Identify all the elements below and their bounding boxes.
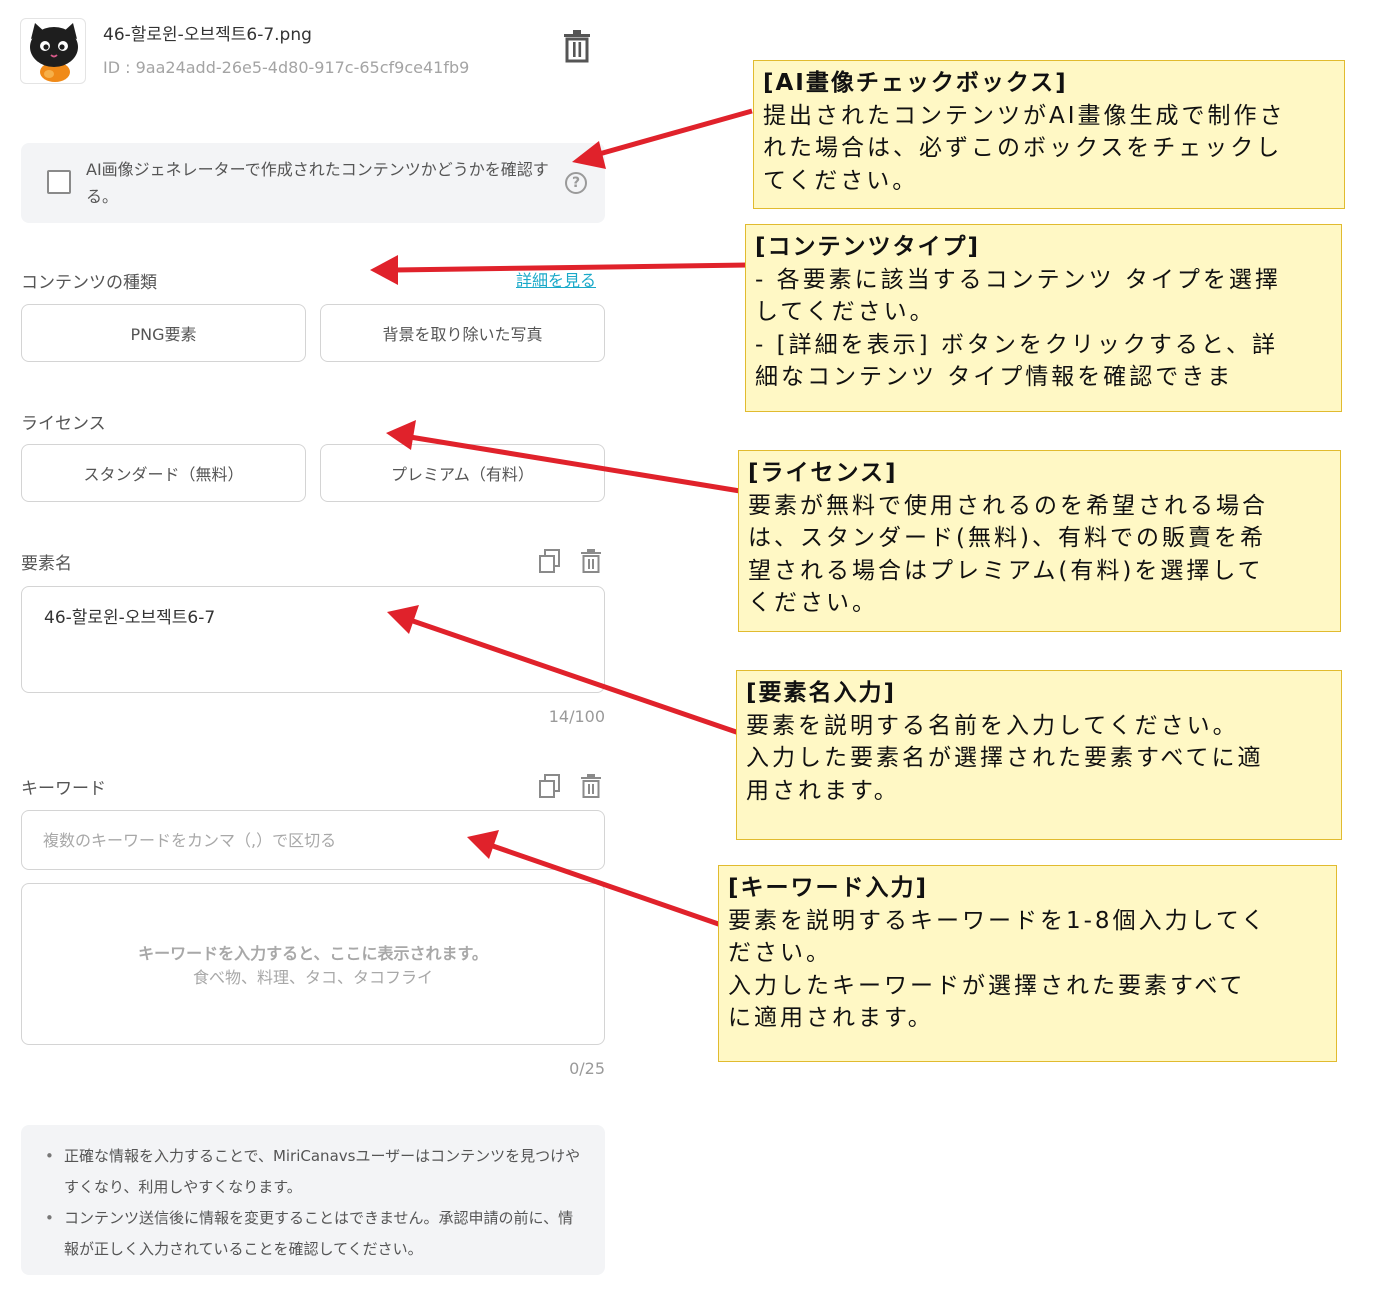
callout-line: 要素を説明する名前を入力してください。 <box>746 712 1239 739</box>
ai-check-label: AI画像ジェネレーターで作成されたコンテンツかどうかを確認する。 <box>86 160 549 206</box>
callout-line: 入力したキーワードが選擇された要素すべて <box>728 972 1246 999</box>
callout-line: 望される場合はプレミアム(有料)を選擇して <box>748 557 1264 584</box>
keywords-clear-button[interactable] <box>579 773 603 799</box>
callout-line: 入力した要素名が選擇された要素すべてに適 <box>746 745 1264 771</box>
callout-title: [ライセンス] <box>748 460 898 486</box>
file-thumbnail <box>20 18 86 84</box>
callout-line: は、スタンダード(無料)、有料での販賣を希 <box>748 525 1266 551</box>
callout-ai-checkbox: [AI畫像チェックボックス] 提出されたコンテンツがAI畫像生成で制作さ れた場… <box>753 60 1345 209</box>
trash-icon <box>564 30 590 63</box>
callout-line: れた場合は、必ずこのボックスをチェックし <box>763 135 1283 161</box>
license-standard-button[interactable]: スタンダード（無料） <box>21 444 306 502</box>
callout-line: - [詳細を表示] ボタンをクリックすると、詳 <box>755 331 1278 358</box>
content-type-label: コンテンツの種類 <box>21 273 157 293</box>
detail-link[interactable]: 詳細を見る <box>516 267 596 291</box>
copy-icon <box>539 549 560 573</box>
content-type-photo-button[interactable]: 背景を取り除いた写真 <box>320 304 605 362</box>
license-premium-button[interactable]: プレミアム（有料） <box>320 444 605 502</box>
note-item: コンテンツ送信後に情報を変更することはできません。承認申請の前に、情報が正しく入… <box>43 1203 583 1265</box>
callout-line: に適用されます。 <box>728 1005 934 1031</box>
callout-content-type: [コンテンツタイプ] - 各要素に該当するコンテンツ タイプを選擇 してください… <box>745 224 1342 412</box>
callout-title: [キーワード入力] <box>728 875 929 901</box>
help-icon[interactable]: ? <box>565 172 587 194</box>
callout-title: [要素名入力] <box>746 680 897 706</box>
callout-line: 提出されたコンテンツがAI畫像生成で制作さ <box>763 102 1286 129</box>
copy-icon <box>539 774 560 798</box>
element-name-counter: 14/100 <box>548 707 605 726</box>
keyword-hint-example: 食べ物、料理、タコ、タコフライ <box>192 968 433 987</box>
note-item: 正確な情報を入力することで、MiriCanavsユーザーはコンテンツを見つけやす… <box>43 1141 583 1203</box>
delete-file-button[interactable] <box>560 28 594 64</box>
trash-icon <box>581 549 601 573</box>
keyword-hint-title: キーワードを入力すると、ここに表示されます。 <box>138 944 488 963</box>
trash-icon <box>581 774 601 798</box>
name-copy-button[interactable] <box>538 548 562 574</box>
callout-line: 要素が無料で使用されるのを希望される場合 <box>748 492 1268 519</box>
callout-title: [AI畫像チェックボックス] <box>763 70 1068 96</box>
callout-line: - 各要素に該当するコンテンツ タイプを選擇 <box>755 266 1281 293</box>
keyword-counter: 0/25 <box>569 1059 605 1078</box>
element-name-input[interactable]: 46-할로윈-오브젝트6-7 <box>21 586 605 693</box>
arrow-content-type-head <box>370 255 398 285</box>
callout-license: [ライセンス] 要素が無料で使用されるのを希望される場合 は、スタンダード(無料… <box>738 450 1341 632</box>
callout-line: してください。 <box>755 299 936 325</box>
callout-title: [コンテンツタイプ] <box>755 234 981 260</box>
callout-line: 要素を説明するキーワードを1-8個入力してく <box>728 907 1268 934</box>
name-clear-button[interactable] <box>579 548 603 574</box>
element-name-label: 要素名 <box>21 554 72 574</box>
keyword-input[interactable] <box>21 810 605 870</box>
keywords-label: キーワード <box>21 779 106 799</box>
ai-checkbox[interactable] <box>47 170 71 194</box>
callout-line: ださい。 <box>728 940 832 966</box>
callout-keywords: [キーワード入力] 要素を説明するキーワードを1-8個入力してく ださい。 入力… <box>718 865 1337 1062</box>
file-name: 46-할로윈-오브젝트6-7.png <box>103 25 312 45</box>
black-cat-icon <box>30 23 78 82</box>
file-id: ID : 9aa24add-26e5-4d80-917c-65cf9ce41fb… <box>103 58 470 77</box>
license-label: ライセンス <box>21 414 106 434</box>
callout-line: 用されます。 <box>746 777 900 804</box>
callout-line: 細なコンテンツ タイプ情報を確認できま <box>755 364 1234 390</box>
info-notes: 正確な情報を入力することで、MiriCanavsユーザーはコンテンツを見つけやす… <box>21 1125 605 1275</box>
callout-line: てください。 <box>763 167 919 194</box>
arrow-ai <box>591 108 753 159</box>
keywords-copy-button[interactable] <box>538 773 562 799</box>
content-type-png-button[interactable]: PNG要素 <box>21 304 306 362</box>
callout-line: ください。 <box>748 590 878 616</box>
callout-element-name: [要素名入力] 要素を説明する名前を入力してください。 入力した要素名が選擇され… <box>736 670 1342 840</box>
